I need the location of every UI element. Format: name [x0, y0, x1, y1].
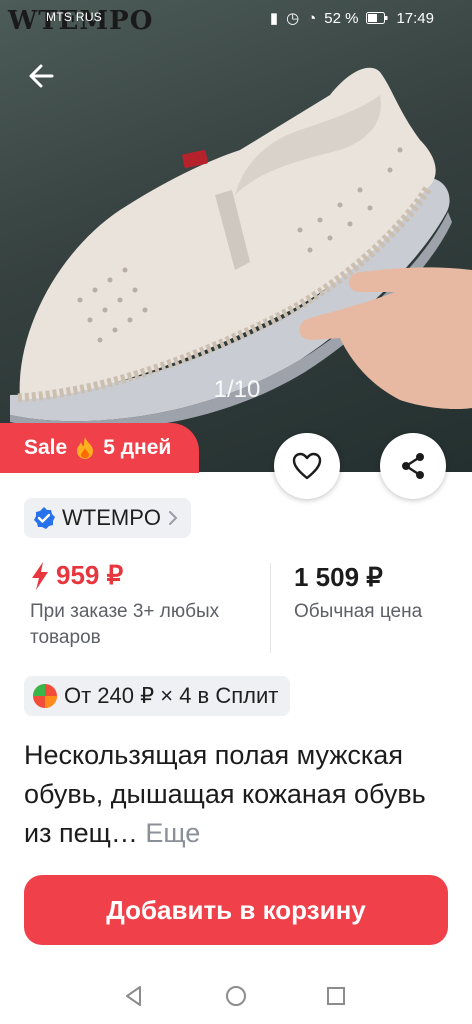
lightning-icon [32, 561, 48, 590]
battery-saver-icon: ◔ [307, 9, 317, 27]
favorite-button[interactable] [274, 433, 340, 499]
back-button[interactable] [22, 56, 62, 96]
verified-badge-icon [34, 507, 55, 529]
sale-badge: Sale 5 дней [0, 423, 200, 473]
seller-chip[interactable]: WTEMPO [24, 498, 191, 538]
split-text: От 240 ₽ × 4 в Сплит [64, 683, 279, 708]
product-title: Нескользящая полая мужская обувь, дышаща… [24, 740, 426, 848]
promo-price-block: 959 ₽ При заказе 3+ любых товаров [30, 560, 220, 651]
regular-price: 1 509 ₽ [294, 562, 383, 592]
regular-price-block: 1 509 ₽ Обычная цена [294, 562, 422, 623]
share-icon [402, 453, 424, 479]
image-counter: 1/10 [213, 376, 261, 403]
battery-percent: 52 % [324, 9, 359, 27]
alarm-icon: ◷ [286, 10, 300, 27]
sale-duration: 5 дней [103, 436, 172, 459]
chevron-right-icon [169, 511, 178, 525]
add-to-cart-button[interactable]: Добавить в корзину [24, 875, 448, 945]
split-installment-chip[interactable]: От 240 ₽ × 4 в Сплит [24, 676, 291, 716]
nav-recents-icon[interactable] [324, 984, 348, 1008]
promo-price-note: При заказе 3+ любых товаров [30, 601, 220, 648]
price-divider [270, 563, 271, 653]
sale-label: Sale [24, 436, 68, 459]
promo-price: 959 ₽ [56, 560, 124, 590]
product-image-gallery[interactable]: WTEMPO MTS RUS ▮ ◷ ◔ 52 % 17:49 1/10 [0, 0, 472, 472]
arrow-left-icon [29, 64, 54, 88]
status-bar: WTEMPO MTS RUS ▮ ◷ ◔ 52 % 17:49 [0, 0, 472, 36]
clock: 17:49 [396, 9, 434, 27]
nav-back-icon[interactable] [122, 984, 146, 1008]
seller-name: WTEMPO [62, 505, 161, 530]
carrier-label: MTS RUS [46, 10, 103, 24]
split-logo-icon [33, 684, 57, 708]
share-button[interactable] [380, 433, 446, 499]
read-more-link[interactable]: Еще [145, 818, 200, 848]
heart-icon [292, 452, 322, 480]
regular-price-note: Обычная цена [294, 601, 423, 622]
fire-icon [77, 437, 94, 459]
nav-home-icon[interactable] [224, 984, 248, 1008]
battery-icon [366, 12, 388, 24]
system-nav-bar [0, 968, 472, 1024]
nfc-icon: ▮ [269, 10, 279, 27]
product-title-block: Нескользящая полая мужская обувь, дышаща… [24, 736, 444, 853]
